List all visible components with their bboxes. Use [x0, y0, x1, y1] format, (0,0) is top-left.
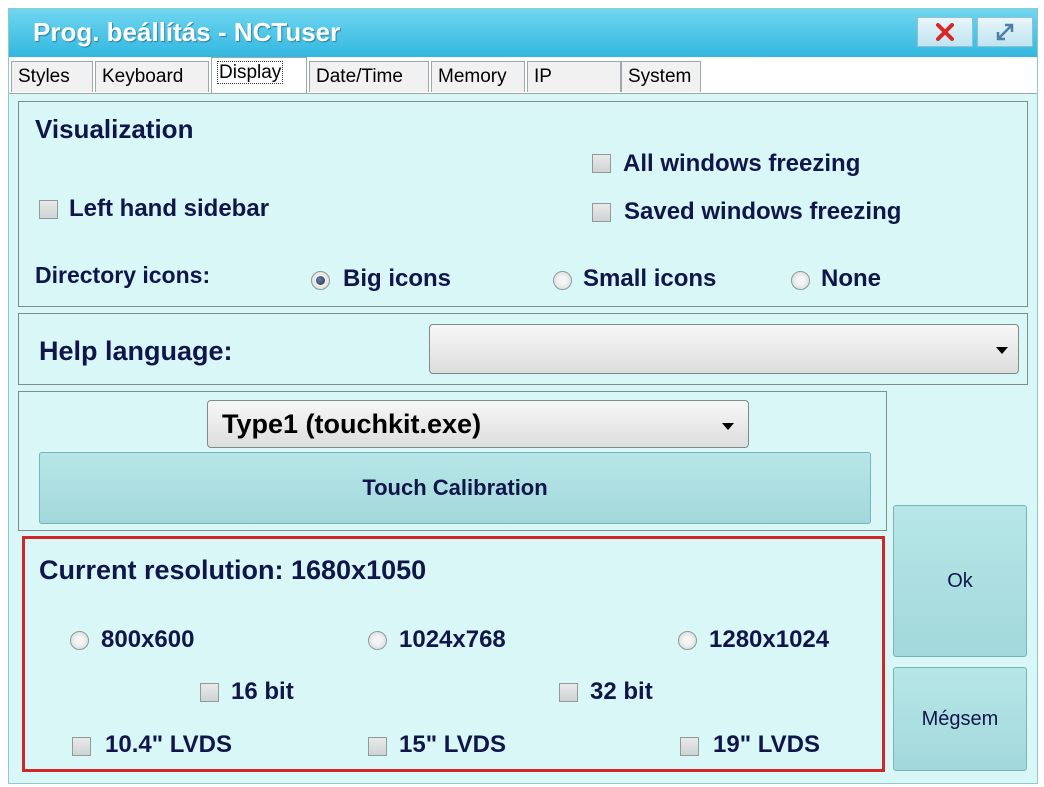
all-windows-freezing-checkbox[interactable]	[592, 154, 611, 173]
title-bar: Prog. beállítás - NCTuser	[9, 9, 1037, 57]
saved-windows-freezing-checkbox[interactable]	[592, 203, 611, 222]
bit16-label: 16 bit	[231, 678, 294, 705]
none-radio[interactable]	[791, 271, 810, 290]
close-icon	[936, 23, 954, 41]
big-icons-radio[interactable]	[311, 271, 330, 290]
saved-windows-freezing-label: Saved windows freezing	[624, 198, 902, 225]
lvds-15-label: 15" LVDS	[399, 731, 506, 758]
chevron-down-icon	[996, 347, 1008, 354]
maximize-button[interactable]	[977, 17, 1033, 47]
visualization-heading: Visualization	[35, 114, 194, 144]
lvds-19-checkbox[interactable]	[680, 737, 699, 756]
tab-ip[interactable]: IP	[527, 61, 621, 92]
lvds-19-label: 19" LVDS	[713, 731, 820, 758]
small-icons-radio[interactable]	[553, 271, 572, 290]
cancel-button[interactable]: Mégsem	[893, 667, 1027, 771]
small-icons-label: Small icons	[583, 265, 717, 292]
tab-bar: Styles Keyboard Display Date/Time Memory…	[9, 57, 1037, 94]
help-language-label: Help language:	[39, 336, 233, 366]
help-language-panel: Help language:	[18, 313, 1028, 385]
touch-type-value: Type1 (touchkit.exe)	[222, 409, 482, 439]
visualization-panel: Visualization All windows freezing Left …	[18, 101, 1028, 307]
tab-system[interactable]: System	[621, 61, 701, 92]
res-1024x768-label: 1024x768	[399, 626, 506, 653]
resolution-panel: Current resolution: 1680x1050 800x600 10…	[22, 536, 885, 772]
close-button[interactable]	[917, 17, 973, 47]
left-hand-sidebar-label: Left hand sidebar	[69, 195, 270, 222]
tab-memory[interactable]: Memory	[431, 61, 525, 92]
all-windows-freezing-label: All windows freezing	[623, 150, 861, 177]
res-800x600-label: 800x600	[101, 626, 195, 653]
touch-calibration-button[interactable]: Touch Calibration	[39, 452, 871, 524]
tab-date-time[interactable]: Date/Time	[309, 61, 429, 92]
bit32-checkbox[interactable]	[559, 683, 578, 702]
bit32-label: 32 bit	[590, 678, 653, 705]
current-resolution-label: Current resolution: 1680x1050	[39, 555, 427, 585]
big-icons-label: Big icons	[343, 265, 452, 292]
lvds-10-4-label: 10.4" LVDS	[105, 731, 232, 758]
tab-styles[interactable]: Styles	[11, 61, 93, 92]
bit16-checkbox[interactable]	[200, 683, 219, 702]
res-1024x768-radio[interactable]	[368, 631, 387, 650]
touch-panel: Type1 (touchkit.exe) Touch Calibration	[18, 391, 887, 531]
settings-window: Prog. beállítás - NCTuser Styles Keyboar…	[8, 8, 1038, 784]
maximize-icon	[996, 23, 1014, 41]
help-language-select[interactable]	[429, 324, 1019, 374]
res-1280x1024-label: 1280x1024	[709, 626, 830, 653]
lvds-15-checkbox[interactable]	[368, 737, 387, 756]
tab-keyboard[interactable]: Keyboard	[95, 61, 209, 92]
window-title: Prog. beállítás - NCTuser	[33, 17, 341, 47]
directory-icons-label: Directory icons:	[35, 262, 211, 288]
res-800x600-radio[interactable]	[70, 631, 89, 650]
chevron-down-icon	[722, 423, 734, 430]
none-label: None	[821, 265, 881, 292]
left-hand-sidebar-checkbox[interactable]	[39, 200, 58, 219]
lvds-10-4-checkbox[interactable]	[72, 737, 91, 756]
res-1280x1024-radio[interactable]	[678, 631, 697, 650]
tab-display[interactable]: Display	[211, 57, 307, 93]
ok-button[interactable]: Ok	[893, 505, 1027, 657]
touch-type-select[interactable]: Type1 (touchkit.exe)	[207, 400, 749, 448]
